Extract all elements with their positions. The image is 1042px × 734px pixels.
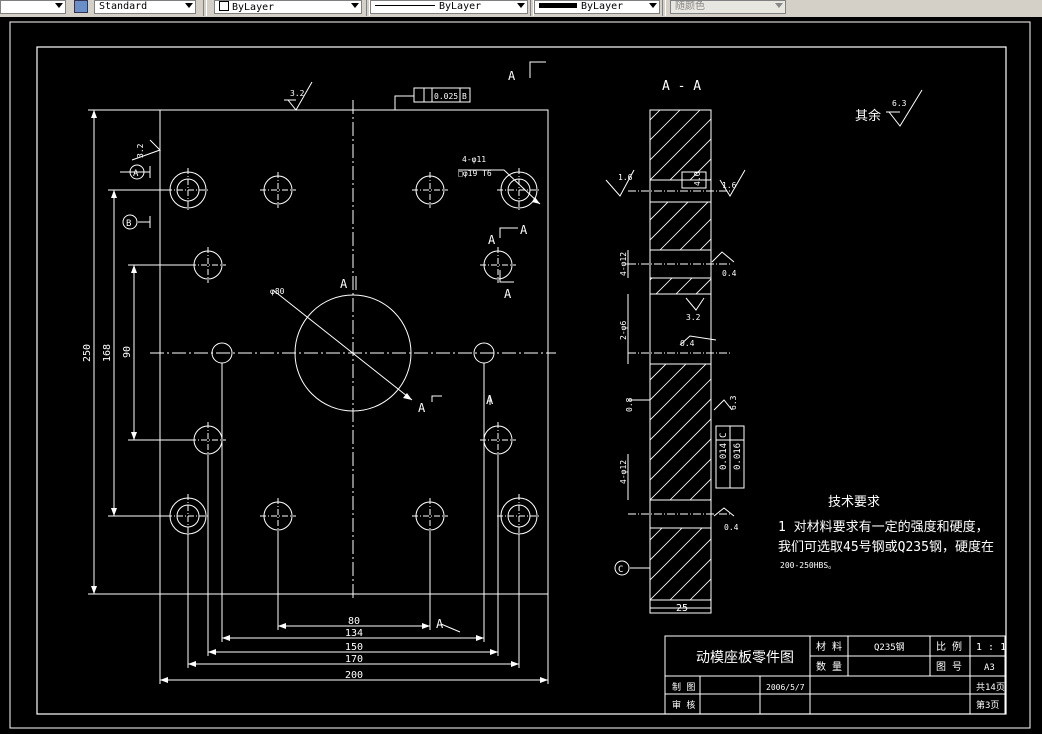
properties-toolbar: Standard ByLayer ByLayer ByLayer 随颜色 xyxy=(0,0,1042,18)
side-dim-1: 4-φ12 xyxy=(619,252,628,276)
lineweight-value: ByLayer xyxy=(581,1,624,12)
tb-dwgno-label: 图 号 xyxy=(936,661,962,673)
lineweight-sample-icon xyxy=(539,3,577,8)
tech-line-1: 1 对材料要求有一定的强度和硬度， xyxy=(778,519,989,535)
chevron-down-icon xyxy=(517,3,525,8)
text-style-select[interactable]: Standard xyxy=(94,0,196,14)
rough-flag: 4.0 xyxy=(693,171,702,186)
hole-callout-1: 4-φ11 xyxy=(462,155,486,164)
tb-drawn-label: 制 图 xyxy=(672,681,695,693)
layer-select[interactable]: ByLayer xyxy=(214,0,362,14)
chevron-down-icon xyxy=(351,3,359,8)
section-title: A - A xyxy=(662,79,701,94)
section-mark-right1: A xyxy=(488,233,496,247)
tb-qty-label: 数 量 xyxy=(816,660,842,673)
rest-roughness: 6.3 xyxy=(892,99,907,108)
tb-material-label: 材 料 xyxy=(816,640,842,653)
side-dim-4: 0.8 xyxy=(625,397,634,412)
separator xyxy=(203,0,207,16)
linetype-value: ByLayer xyxy=(439,1,482,12)
dim-80: 80 xyxy=(348,616,360,627)
tb-scale-label: 比 例 xyxy=(936,640,962,653)
chevron-down-icon xyxy=(775,3,783,8)
rough-s6: 6.3 xyxy=(729,395,738,410)
section-mark-center: A xyxy=(340,277,348,291)
dim-250: 250 xyxy=(82,344,93,362)
layer-color-swatch-icon xyxy=(219,1,229,11)
section-mark-top: A xyxy=(508,69,516,83)
rough-s4: 3.2 xyxy=(686,313,701,322)
tb-scale: 1 : 1 xyxy=(976,642,1006,653)
dim-134: 134 xyxy=(345,628,363,639)
side-dim-2: 2-φ6 xyxy=(619,321,628,340)
dim-90: 90 xyxy=(122,346,133,358)
dim-phi80: φ80 xyxy=(270,287,285,296)
section-mark-right3: A xyxy=(504,287,512,301)
hole-callout-2: □φ19 T6 xyxy=(458,169,492,178)
datum-B: B xyxy=(126,219,131,229)
tech-line-2: 我们可选取45号钢或Q235钢，硬度在 xyxy=(778,539,994,555)
tb-date: 2006/5/7 xyxy=(766,683,805,692)
dim-168: 168 xyxy=(102,344,113,362)
layer-value: ByLayer xyxy=(232,2,275,13)
plotstyle-select[interactable]: 随颜色 xyxy=(670,0,786,14)
plotstyle-value: 随颜色 xyxy=(675,1,705,12)
roughness-top: 3.2 xyxy=(290,89,305,98)
chevron-down-icon xyxy=(55,3,63,8)
text-style-icon[interactable] xyxy=(74,0,88,13)
dim-200: 200 xyxy=(345,670,363,681)
lineweight-select[interactable]: ByLayer xyxy=(534,0,660,14)
section-mark-lower: A xyxy=(418,401,426,415)
side-dim-3: 4-φ12 xyxy=(619,460,628,484)
roughness-left: 3.2 xyxy=(136,143,145,158)
tb-total: 共14页 xyxy=(976,682,1005,693)
rough-s3: 0.4 xyxy=(722,269,737,278)
datum-C: C xyxy=(618,565,623,575)
perp-ref: C xyxy=(719,433,729,438)
rough-s2: 1.6 xyxy=(722,181,737,190)
tb-dwgno: A3 xyxy=(984,663,995,673)
rough-s7: 0.4 xyxy=(724,523,739,532)
tb-material: Q235钢 xyxy=(874,641,905,653)
linetype-select[interactable]: ByLayer xyxy=(370,0,528,14)
tb-sheet: 第3页 xyxy=(976,699,999,711)
flatness-ref: B xyxy=(462,92,467,101)
chevron-down-icon xyxy=(185,3,193,8)
flatness-value: 0.025 xyxy=(434,92,458,101)
rest-label: 其余 xyxy=(855,108,881,124)
section-mark-bottom: A xyxy=(436,617,444,631)
tb-checked-label: 审 核 xyxy=(672,699,695,711)
section-mark-lower2: A xyxy=(486,393,494,407)
tb-title: 动模座板零件图 xyxy=(696,650,794,666)
separator xyxy=(662,0,666,16)
rough-s5: 0.4 xyxy=(680,339,695,348)
dim-170: 170 xyxy=(345,654,363,665)
drawing-canvas[interactable]: A - A 250 168 90 80 134 150 170 200 25 φ… xyxy=(0,17,1042,734)
datum-A: A xyxy=(133,169,139,179)
section-mark-right2: A xyxy=(520,223,528,237)
text-style-value: Standard xyxy=(99,1,148,12)
tech-line-3: 200-250HBS。 xyxy=(780,561,836,570)
rough-s1: 1.6 xyxy=(618,173,633,182)
tech-title: 技术要求 xyxy=(828,495,880,510)
linetype-sample-icon xyxy=(375,5,435,6)
flat2-value: 0.016 xyxy=(733,443,743,470)
left-dropdown-tail[interactable] xyxy=(0,0,66,14)
dim-150: 150 xyxy=(345,642,363,653)
dim-25: 25 xyxy=(676,603,688,614)
chevron-down-icon xyxy=(649,3,657,8)
perp-value: 0.014 xyxy=(719,443,729,470)
